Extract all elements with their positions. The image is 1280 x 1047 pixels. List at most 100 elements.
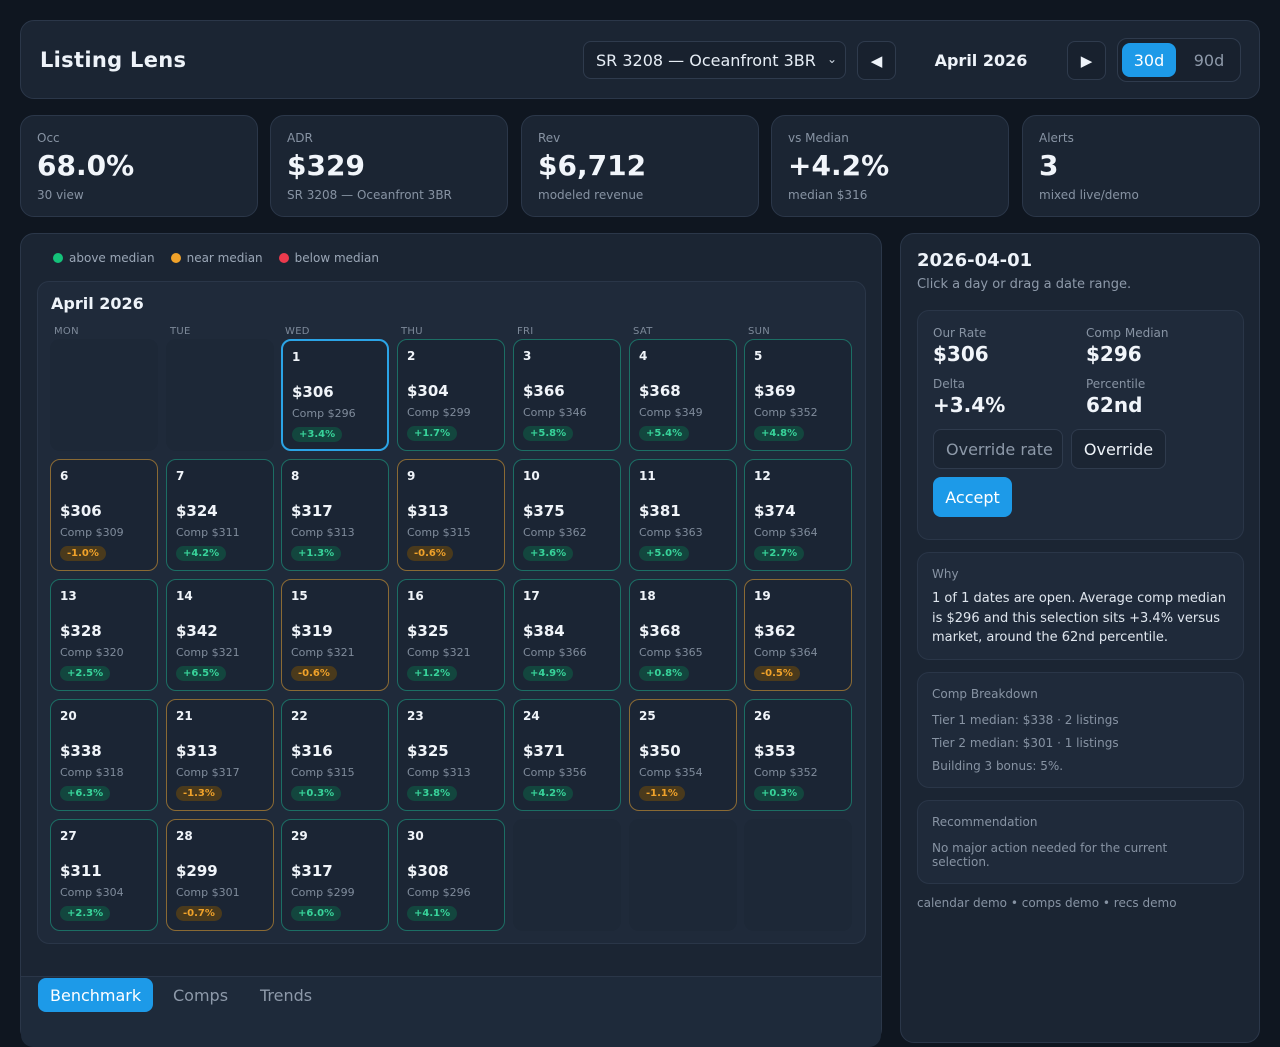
calendar-day-cell[interactable]: 20 $338 Comp $318 +6.3% (50, 699, 158, 811)
kpi-label: ADR (287, 131, 313, 145)
calendar-day-cell[interactable]: 17 $384 Comp $366 +4.9% (513, 579, 621, 691)
day-rate: $311 (60, 862, 102, 880)
day-comp-rate: Comp $318 (60, 766, 124, 779)
day-comp-rate: Comp $296 (407, 886, 471, 899)
kpi-card-adr: ADR $329 SR 3208 — Oceanfront 3BR (270, 115, 508, 217)
calendar-day-cell[interactable]: 21 $313 Comp $317 -1.3% (166, 699, 274, 811)
calendar-day-cell[interactable]: 6 $306 Comp $309 -1.0% (50, 459, 158, 571)
calendar-day-cell[interactable]: 25 $350 Comp $354 -1.1% (629, 699, 737, 811)
kpi-sub: 30 view (37, 188, 84, 202)
day-comp-rate: Comp $366 (523, 646, 587, 659)
delta-badge: +1.3% (291, 546, 342, 561)
day-number: 20 (60, 709, 77, 723)
tab-benchmark[interactable]: Benchmark (38, 978, 154, 1012)
day-number: 14 (176, 589, 193, 603)
calendar-day-cell[interactable]: 8 $317 Comp $313 +1.3% (281, 459, 389, 571)
calendar-day-cell[interactable]: 9 $313 Comp $315 -0.6% (397, 459, 505, 571)
calendar-day-cell[interactable]: 27 $311 Comp $304 +2.3% (50, 819, 158, 931)
day-comp-rate: Comp $296 (292, 407, 356, 420)
calendar-day-cell[interactable]: 26 $353 Comp $352 +0.3% (744, 699, 852, 811)
day-number: 21 (176, 709, 193, 723)
day-number: 22 (291, 709, 308, 723)
weekday-header: SUN (748, 326, 771, 337)
calendar-day-cell[interactable]: 19 $362 Comp $364 -0.5% (744, 579, 852, 691)
calendar-day-cell[interactable]: 23 $325 Comp $313 +3.8% (397, 699, 505, 811)
calendar-day-cell[interactable]: 11 $381 Comp $363 +5.0% (629, 459, 737, 571)
range-30d-button[interactable]: 30d (1122, 43, 1176, 77)
calendar-day-cell[interactable]: 15 $319 Comp $321 -0.6% (281, 579, 389, 691)
month-label: April 2026 (934, 51, 1028, 70)
arrow-left-icon: ◀ (870, 51, 883, 70)
comp-breakdown-card: Comp Breakdown Tier 1 median: $338 · 2 l… (917, 672, 1244, 788)
listing-select[interactable]: SR 3208 — Oceanfront 3BR ⌄ (583, 41, 846, 79)
calendar-day-cell[interactable]: 18 $368 Comp $365 +0.8% (629, 579, 737, 691)
calendar-day-cell[interactable]: 29 $317 Comp $299 +6.0% (281, 819, 389, 931)
kpi-card-occ: Occ 68.0% 30 view (20, 115, 258, 217)
kpi-value: $329 (287, 149, 365, 182)
day-rate: $308 (407, 862, 449, 880)
calendar-day-cell[interactable]: 16 $325 Comp $321 +1.2% (397, 579, 505, 691)
day-number: 2 (407, 349, 416, 363)
day-comp-rate: Comp $313 (291, 526, 355, 539)
calendar-day-cell[interactable]: 30 $308 Comp $296 +4.1% (397, 819, 505, 931)
day-number: 8 (291, 469, 300, 483)
day-rate: $374 (754, 502, 796, 520)
selection-hint: Click a day or drag a date range. (917, 277, 1132, 292)
day-comp-rate: Comp $364 (754, 646, 818, 659)
day-comp-rate: Comp $311 (176, 526, 240, 539)
calendar-day-cell[interactable]: 14 $342 Comp $321 +6.5% (166, 579, 274, 691)
calendar-day-cell[interactable]: 3 $366 Comp $346 +5.8% (513, 339, 621, 451)
day-rate: $350 (639, 742, 681, 760)
tab-comps[interactable]: Comps (161, 978, 240, 1012)
calendar-day-cell[interactable]: 28 $299 Comp $301 -0.7% (166, 819, 274, 931)
day-rate: $368 (639, 382, 681, 400)
recommendation-body: No major action needed for the current s… (932, 841, 1168, 869)
calendar-day-cell[interactable]: 13 $328 Comp $320 +2.5% (50, 579, 158, 691)
day-number: 28 (176, 829, 193, 843)
delta-badge: -1.1% (639, 786, 685, 801)
weekday-header: THU (401, 326, 423, 337)
calendar-day-cell[interactable]: 12 $374 Comp $364 +2.7% (744, 459, 852, 571)
calendar-day-cell[interactable]: 5 $369 Comp $352 +4.8% (744, 339, 852, 451)
accept-button[interactable]: Accept (933, 477, 1012, 517)
override-button[interactable]: Override (1071, 429, 1166, 469)
range-90d-button[interactable]: 90d (1182, 43, 1236, 77)
chevron-down-icon: ⌄ (826, 52, 837, 66)
override-rate-input[interactable]: Override rate (933, 429, 1063, 469)
kpi-sub: median $316 (788, 188, 868, 202)
day-number: 24 (523, 709, 540, 723)
day-rate: $306 (60, 502, 102, 520)
day-comp-rate: Comp $301 (176, 886, 240, 899)
orange-dot-icon (170, 253, 181, 263)
calendar-day-cell[interactable]: 2 $304 Comp $299 +1.7% (397, 339, 505, 451)
calendar-day-cell[interactable]: 1 $306 Comp $296 +3.4% (281, 339, 389, 451)
arrow-right-icon: ▶ (1080, 51, 1093, 70)
day-rate: $371 (523, 742, 565, 760)
day-rate: $353 (754, 742, 796, 760)
calendar-day-cell[interactable]: 10 $375 Comp $362 +3.6% (513, 459, 621, 571)
day-number: 3 (523, 349, 532, 363)
delta-badge: -1.0% (60, 546, 106, 561)
day-comp-rate: Comp $346 (523, 406, 587, 419)
calendar-day-cell[interactable]: 7 $324 Comp $311 +4.2% (166, 459, 274, 571)
day-rate: $313 (176, 742, 218, 760)
kpi-value: $6,712 (538, 149, 647, 182)
calendar-day-cell[interactable]: 24 $371 Comp $356 +4.2% (513, 699, 621, 811)
day-number: 4 (639, 349, 648, 363)
delta-badge: +4.8% (754, 426, 805, 441)
calendar-day-cell[interactable]: 22 $316 Comp $315 +0.3% (281, 699, 389, 811)
legend-label: near median (186, 251, 263, 265)
empty-day-cell (744, 819, 852, 931)
kpi-sub: SR 3208 — Oceanfront 3BR (287, 188, 452, 202)
kpi-value: 3 (1039, 149, 1059, 182)
delta-badge: +2.5% (60, 666, 111, 681)
day-number: 27 (60, 829, 77, 843)
tab-trends[interactable]: Trends (248, 978, 324, 1012)
day-comp-rate: Comp $299 (291, 886, 355, 899)
day-rate: $366 (523, 382, 565, 400)
calendar-day-cell[interactable]: 4 $368 Comp $349 +5.4% (629, 339, 737, 451)
next-month-button[interactable]: ▶ (1067, 41, 1106, 80)
day-number: 10 (523, 469, 540, 483)
prev-month-button[interactable]: ◀ (857, 41, 896, 80)
our-rate-value: $306 (933, 342, 989, 366)
